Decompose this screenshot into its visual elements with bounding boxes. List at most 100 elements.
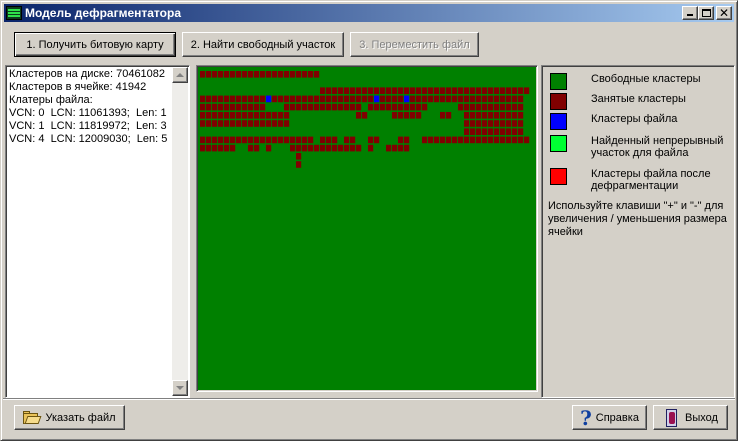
used-cluster (212, 120, 218, 127)
used-cluster (302, 144, 308, 152)
used-cluster (302, 95, 308, 103)
used-cluster (206, 95, 212, 103)
used-cluster (356, 95, 362, 103)
used-cluster (272, 120, 278, 127)
used-cluster (248, 103, 254, 111)
used-cluster (518, 112, 524, 119)
used-cluster (416, 95, 422, 103)
used-cluster (260, 95, 266, 103)
scroll-up-button[interactable] (172, 67, 188, 83)
info-textbox[interactable]: Кластеров на диске: 70461082 Кластеров в … (5, 65, 190, 398)
used-cluster (506, 103, 512, 111)
move-file-button[interactable]: 3. Переместить файл (350, 32, 479, 57)
close-button[interactable]: ✕ (716, 6, 732, 20)
used-cluster (224, 120, 230, 127)
used-cluster (488, 120, 494, 127)
used-cluster (206, 103, 212, 111)
used-cluster (350, 103, 356, 111)
find-free-button[interactable]: 2. Найти свободный участок (182, 32, 344, 57)
used-cluster (512, 112, 518, 119)
used-cluster (398, 95, 404, 103)
used-cluster (452, 95, 458, 103)
used-cluster (326, 136, 332, 144)
used-cluster (518, 103, 524, 111)
used-cluster (440, 95, 446, 103)
used-cluster (488, 95, 494, 103)
used-cluster (248, 144, 254, 152)
used-cluster (458, 95, 464, 103)
used-cluster (452, 136, 458, 144)
used-cluster (482, 120, 488, 127)
choose-file-button[interactable]: Указать файл (14, 405, 125, 430)
used-cluster (254, 95, 260, 103)
used-cluster (368, 87, 374, 94)
used-cluster (476, 112, 482, 119)
used-cluster (440, 136, 446, 144)
used-cluster (488, 87, 494, 94)
maximize-button[interactable] (698, 6, 714, 20)
used-cluster (296, 103, 302, 111)
used-cluster (458, 136, 464, 144)
used-cluster (410, 95, 416, 103)
used-cluster (338, 144, 344, 152)
used-cluster (494, 120, 500, 127)
used-cluster (506, 120, 512, 127)
scroll-down-button[interactable] (172, 380, 188, 396)
used-cluster (476, 103, 482, 111)
used-cluster (464, 112, 470, 119)
used-cluster (368, 144, 374, 152)
used-cluster (200, 71, 206, 78)
used-cluster (218, 71, 224, 78)
legend-found: Найденный непрерывный участок для файла (550, 135, 738, 159)
file-cluster (374, 95, 380, 103)
used-cluster (212, 144, 218, 152)
used-cluster (296, 153, 302, 160)
used-cluster (266, 71, 272, 78)
used-cluster (320, 95, 326, 103)
used-cluster (314, 103, 320, 111)
exit-button[interactable]: Выход (653, 405, 728, 430)
used-cluster (320, 87, 326, 94)
used-cluster (230, 144, 236, 152)
cluster-map[interactable] (196, 65, 538, 392)
get-bitmap-button[interactable]: 1. Получить битовую карту (14, 32, 176, 57)
used-cluster (284, 95, 290, 103)
used-cluster (350, 144, 356, 152)
info-scrollbar[interactable] (172, 67, 188, 396)
used-cluster (368, 136, 374, 144)
used-cluster (248, 95, 254, 103)
used-cluster (410, 103, 416, 111)
legend-swatch-found (550, 135, 567, 152)
title-bar[interactable]: Модель дефрагментатора ✕ (4, 4, 734, 22)
info-line: Кластеров в ячейке: 41942 (9, 81, 147, 93)
used-cluster (422, 95, 428, 103)
used-cluster (272, 136, 278, 144)
used-cluster (242, 95, 248, 103)
used-cluster (284, 71, 290, 78)
used-cluster (506, 112, 512, 119)
used-cluster (494, 128, 500, 135)
used-cluster (464, 95, 470, 103)
used-cluster (236, 136, 242, 144)
used-cluster (440, 112, 446, 119)
used-cluster (434, 136, 440, 144)
used-cluster (344, 103, 350, 111)
used-cluster (500, 112, 506, 119)
used-cluster (206, 112, 212, 119)
used-cluster (296, 71, 302, 78)
used-cluster (332, 103, 338, 111)
used-cluster (314, 95, 320, 103)
used-cluster (296, 161, 302, 168)
folder-icon (23, 410, 42, 425)
used-cluster (206, 120, 212, 127)
used-cluster (278, 71, 284, 78)
used-cluster (284, 136, 290, 144)
used-cluster (272, 71, 278, 78)
used-cluster (410, 87, 416, 94)
used-cluster (206, 136, 212, 144)
used-cluster (224, 112, 230, 119)
used-cluster (332, 136, 338, 144)
help-button[interactable]: ? Справка (572, 405, 647, 430)
minimize-button[interactable] (682, 6, 698, 20)
legend-panel: Свободные кластеры Занятые кластеры Клас… (541, 65, 735, 398)
